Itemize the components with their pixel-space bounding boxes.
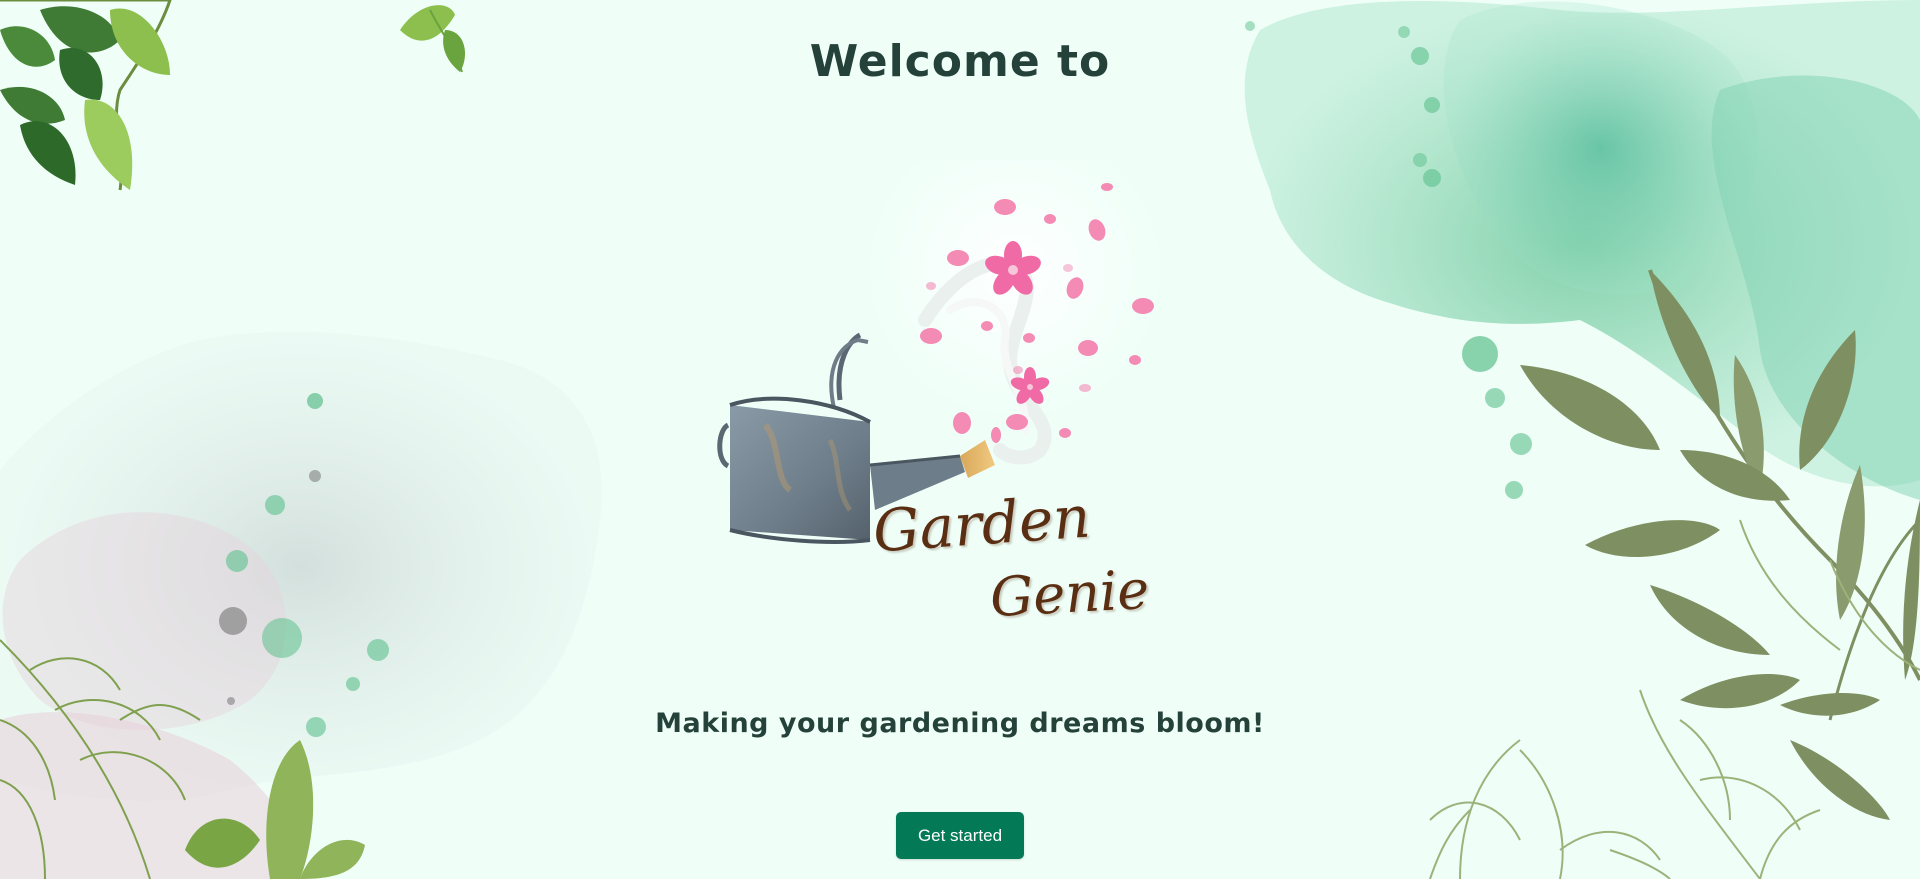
welcome-heading: Welcome to (809, 36, 1111, 87)
garden-genie-logo: Garden Genie (710, 160, 1210, 640)
get-started-button[interactable]: Get started (896, 812, 1024, 859)
logo-text-line2: Genie (988, 557, 1151, 630)
tagline: Making your gardening dreams bloom! (655, 708, 1265, 739)
top-left-leaves (0, 0, 465, 191)
